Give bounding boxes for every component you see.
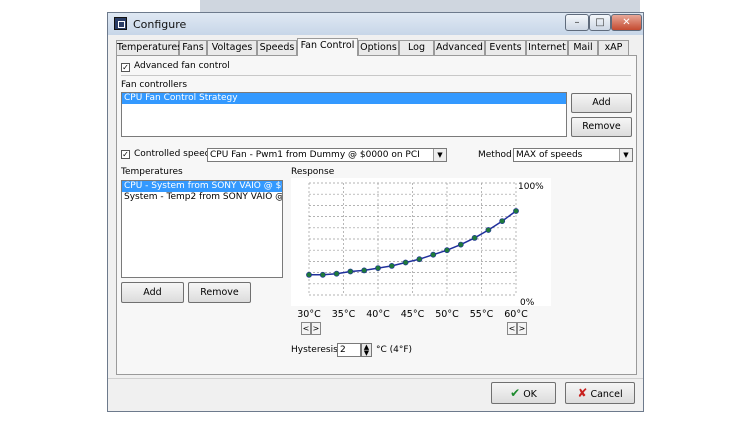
- curve-point[interactable]: [319, 271, 326, 278]
- curve-point[interactable]: [333, 270, 340, 277]
- x-tick-label: 60°C: [504, 309, 528, 320]
- advanced-fan-control-label: Advanced fan control: [134, 61, 230, 71]
- curve-point[interactable]: [347, 268, 354, 275]
- curve-point[interactable]: [444, 247, 450, 254]
- checkmark-icon: ✔: [510, 386, 521, 400]
- tab-voltages[interactable]: Voltages: [207, 40, 257, 55]
- curve-point[interactable]: [513, 208, 519, 214]
- check-icon: ✓: [122, 150, 129, 159]
- divider: [121, 75, 631, 76]
- maximize-button[interactable]: □: [589, 14, 611, 31]
- shift-right-button-lower[interactable]: >: [311, 322, 321, 335]
- tab-temperatures[interactable]: Temperatures: [116, 40, 182, 55]
- hysteresis-unit: °C (4°F): [376, 345, 413, 355]
- tab-log[interactable]: Log: [399, 40, 434, 55]
- y-bottom-label: 0%: [520, 298, 535, 306]
- controlled-speed-checkbox[interactable]: ✓: [121, 150, 130, 159]
- hysteresis-input[interactable]: 2: [337, 343, 361, 357]
- curve-point[interactable]: [499, 218, 506, 224]
- curve-point[interactable]: [361, 267, 368, 274]
- shift-left-button-lower[interactable]: <: [301, 322, 311, 335]
- x-tick-label: 40°C: [366, 309, 390, 320]
- x-tick-label: 45°C: [401, 309, 425, 320]
- chevron-left-icon: <: [302, 324, 310, 333]
- tab-advanced[interactable]: Advanced: [434, 40, 485, 55]
- window-title: Configure: [133, 18, 187, 31]
- configure-window: Configure – □ ✕ Temperatures Fans Voltag…: [107, 12, 644, 412]
- tab-speeds[interactable]: Speeds: [257, 40, 297, 55]
- spin-arrows-icon: ▲ ▼: [363, 343, 370, 357]
- footer-divider: [108, 378, 643, 379]
- cancel-button[interactable]: ✘ Cancel: [565, 382, 635, 404]
- x-tick-label: 30°C: [297, 309, 321, 320]
- close-icon: ✕: [622, 17, 631, 28]
- x-tick-label: 55°C: [470, 309, 494, 320]
- cancel-x-icon: ✘: [577, 386, 588, 400]
- shift-left-button-upper[interactable]: <: [507, 322, 517, 335]
- fan-controllers-label: Fan controllers: [121, 80, 188, 90]
- curve-point[interactable]: [416, 256, 423, 263]
- curve-point[interactable]: [375, 265, 381, 271]
- controlled-speed-value: CPU Fan - Pwm1 from Dummy @ $0000 on PCI: [210, 150, 420, 160]
- chart-canvas: [291, 178, 551, 306]
- controlled-speed-label: Controlled speed: [134, 149, 211, 159]
- curve-point[interactable]: [457, 241, 464, 248]
- cancel-label: Cancel: [590, 389, 623, 400]
- chevron-left-icon: <: [508, 324, 516, 333]
- y-top-label: 100%: [518, 182, 544, 192]
- tab-options[interactable]: Options: [358, 40, 399, 55]
- method-label: Method: [478, 150, 512, 160]
- method-value: MAX of speeds: [516, 150, 583, 160]
- ok-label: OK: [523, 389, 537, 400]
- controlled-speed-select[interactable]: CPU Fan - Pwm1 from Dummy @ $0000 on PCI…: [207, 148, 447, 162]
- ok-button[interactable]: ✔ OK: [491, 382, 556, 404]
- advanced-fan-control-checkbox[interactable]: ✓: [121, 63, 130, 72]
- temperature-add-button[interactable]: Add: [121, 282, 184, 303]
- fan-controller-add-button[interactable]: Add: [571, 93, 632, 113]
- response-label: Response: [291, 167, 335, 177]
- temperatures-label: Temperatures: [121, 167, 183, 177]
- tab-xap[interactable]: xAP: [598, 40, 629, 55]
- title-bar: Configure – □ ✕: [108, 13, 643, 35]
- tab-fans[interactable]: Fans: [179, 40, 207, 55]
- response-chart[interactable]: 100% 0%: [291, 178, 551, 306]
- background-window: [200, 0, 640, 12]
- tab-fan-control[interactable]: Fan Control: [297, 38, 358, 56]
- minimize-button[interactable]: –: [565, 14, 589, 31]
- list-item[interactable]: CPU - System from SONY VAIO @ $0000: [122, 181, 282, 192]
- curve-point[interactable]: [306, 271, 312, 278]
- chevron-right-icon: >: [518, 324, 526, 333]
- fan-controller-remove-button[interactable]: Remove: [571, 117, 632, 137]
- hysteresis-label: Hysteresis: [291, 345, 338, 355]
- hysteresis-spinner[interactable]: ▲ ▼: [361, 343, 372, 357]
- list-item[interactable]: CPU Fan Control Strategy: [122, 93, 566, 104]
- temperatures-list[interactable]: CPU - System from SONY VAIO @ $0000 Syst…: [121, 180, 283, 278]
- list-item[interactable]: System - Temp2 from SONY VAIO @ $0000: [122, 192, 282, 203]
- fan-controllers-list[interactable]: CPU Fan Control Strategy: [121, 92, 567, 137]
- curve-point[interactable]: [471, 235, 478, 241]
- fan-control-page: ✓ Advanced fan control Fan controllers C…: [116, 55, 637, 375]
- chevron-down-icon[interactable]: ▼: [619, 149, 632, 161]
- tab-events[interactable]: Events: [485, 40, 526, 55]
- curve-point[interactable]: [430, 251, 437, 258]
- app-icon: [114, 17, 127, 30]
- curve-point[interactable]: [402, 259, 409, 266]
- x-tick-label: 50°C: [435, 309, 459, 320]
- check-icon: ✓: [122, 63, 129, 72]
- curve-point[interactable]: [485, 227, 492, 233]
- tab-mail[interactable]: Mail: [568, 40, 598, 55]
- curve-point[interactable]: [388, 263, 395, 269]
- shift-right-button-upper[interactable]: >: [517, 322, 527, 335]
- chevron-right-icon: >: [312, 324, 320, 333]
- minimize-icon: –: [574, 17, 580, 28]
- method-select[interactable]: MAX of speeds ▼: [513, 148, 633, 162]
- close-button[interactable]: ✕: [611, 14, 642, 31]
- x-tick-label: 35°C: [332, 309, 356, 320]
- temperature-remove-button[interactable]: Remove: [188, 282, 251, 303]
- chevron-down-icon[interactable]: ▼: [433, 149, 446, 161]
- tab-internet[interactable]: Internet: [526, 40, 568, 55]
- maximize-icon: □: [595, 17, 605, 28]
- x-axis-labels: 30°C 35°C 40°C 45°C 50°C 55°C 60°C: [297, 309, 528, 320]
